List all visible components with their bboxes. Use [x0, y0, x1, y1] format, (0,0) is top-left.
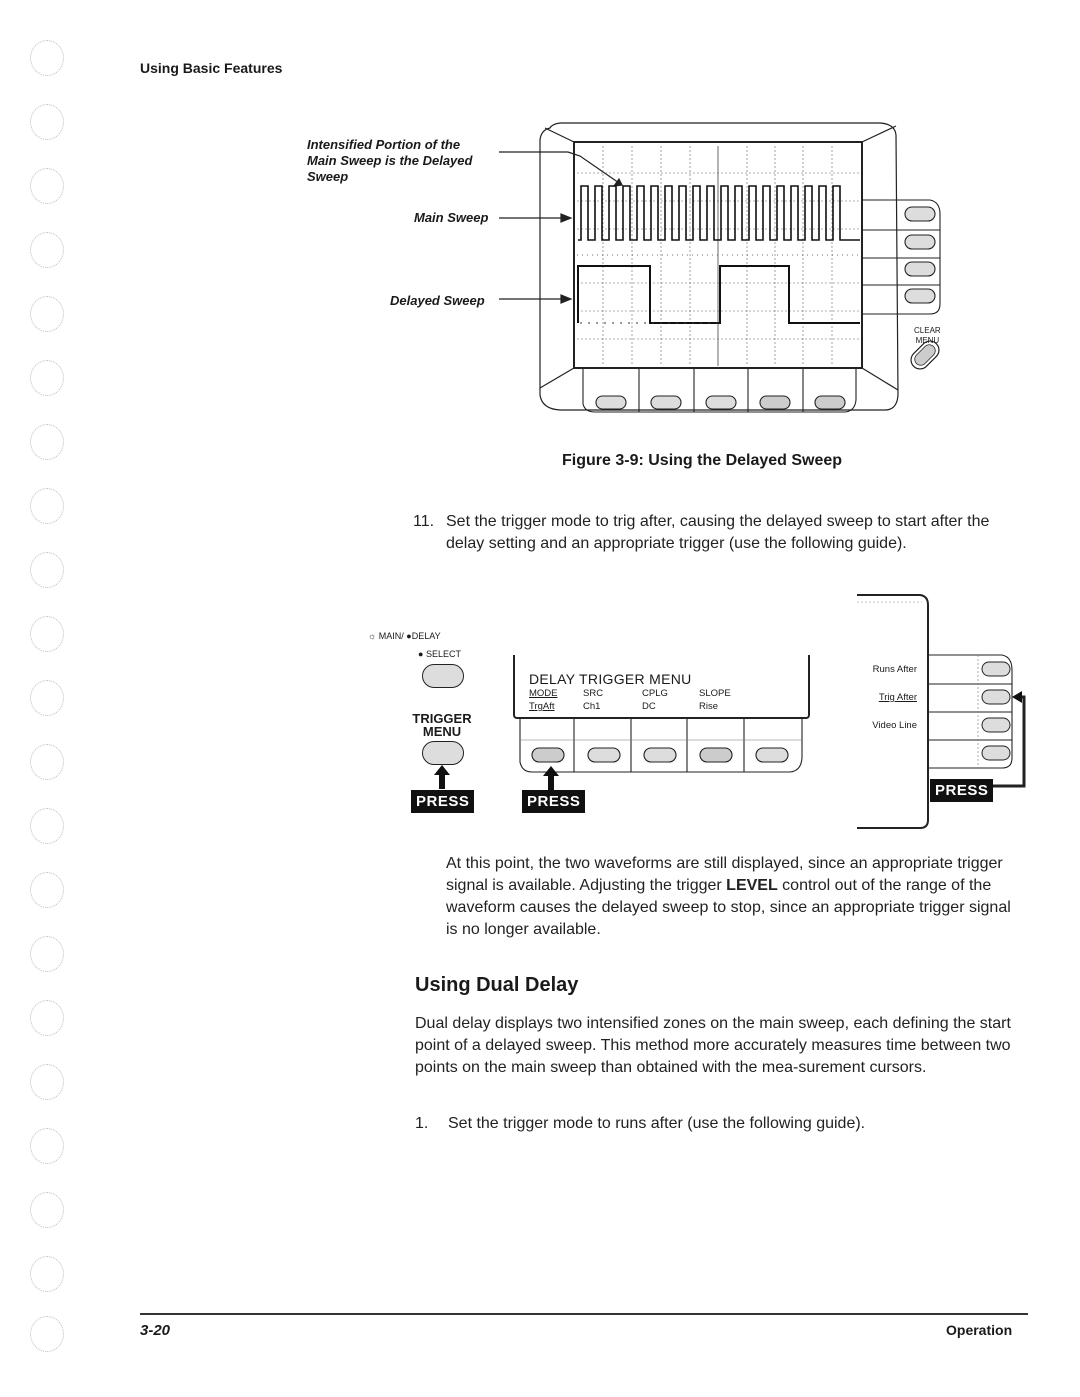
bezel-button-3	[705, 395, 737, 410]
menu-col-src-header: SRC	[583, 688, 604, 699]
binder-hole	[30, 40, 64, 76]
binder-hole	[30, 1316, 64, 1352]
callout-main-sweep: Main Sweep	[414, 210, 489, 225]
running-head: Using Basic Features	[140, 60, 283, 76]
press-label-mode: PRESS	[522, 790, 586, 813]
binder-hole	[30, 1192, 64, 1228]
select-button[interactable]	[422, 664, 464, 688]
side-menu-trig-after: Trig After	[878, 692, 917, 703]
bezel-button-4	[759, 395, 791, 410]
arrowhead	[560, 213, 573, 223]
menu-button-src	[587, 747, 621, 763]
up-arrow-icon	[543, 766, 559, 790]
menu-col-src-value: Ch1	[583, 701, 601, 712]
bezel-button-1	[595, 395, 627, 410]
side-button-2	[904, 234, 936, 250]
page-number: 3-20	[140, 1322, 171, 1339]
side-button-3	[904, 261, 936, 277]
menu-col-cplg-value: DC	[642, 701, 656, 712]
up-arrow-icon	[434, 765, 450, 789]
bottom-buttons	[582, 368, 857, 413]
step-1: 1. Set the trigger mode to runs after (u…	[415, 1115, 866, 1132]
bezel-button-5	[814, 395, 846, 410]
main-delay-label: ☼ MAIN/ ●DELAY	[368, 631, 441, 641]
step-11: 11. Set the trigger mode to trig after, …	[413, 513, 990, 552]
side-button-1	[904, 206, 936, 222]
menu-col-cplg-header: CPLG	[642, 688, 668, 699]
callout-intensified: Intensified Portion of the Main Sweep is…	[307, 137, 473, 184]
binder-hole	[30, 104, 64, 140]
binder-hole	[30, 232, 64, 268]
binder-hole	[30, 680, 64, 716]
binder-hole	[30, 360, 64, 396]
menu-col-mode-header: MODE	[529, 688, 558, 699]
menu-button-5	[755, 747, 789, 763]
paragraph-waveforms: At this point, the two waveforms are sti…	[446, 855, 1011, 938]
side-buttons	[862, 199, 941, 315]
menu-col-slope-header: SLOPE	[699, 688, 731, 699]
footer-section: Operation	[946, 1322, 1013, 1338]
menu-button-mode	[531, 747, 565, 763]
delayed-sweep-waveform	[577, 265, 860, 324]
section-body: Dual delay displays two intensified zone…	[415, 1015, 1011, 1076]
menu-col-mode-value: TrgAft	[529, 701, 555, 712]
menu-title: DELAY TRIGGER MENU	[529, 671, 692, 687]
menu-screen: DELAY TRIGGER MENU MODE TrgAft SRC Ch1 C…	[513, 655, 810, 719]
trigger-menu-label: TRIGGER MENU	[412, 711, 472, 739]
menu-bezel-buttons	[519, 718, 803, 773]
side-menu-button-video-line	[981, 717, 1011, 733]
press-label-side: PRESS	[930, 779, 994, 802]
binder-hole	[30, 424, 64, 460]
figure-caption: Figure 3-9: Using the Delayed Sweep	[562, 452, 843, 469]
side-menu-video-line: Video Line	[872, 720, 917, 731]
binder-hole	[30, 808, 64, 844]
select-dot-icon: ●	[418, 649, 424, 659]
intensity-sun-icon: ☼	[368, 631, 377, 641]
binder-hole	[30, 488, 64, 524]
callout-arrow	[567, 151, 623, 186]
arrowhead	[1012, 691, 1022, 703]
callout-delayed-sweep: Delayed Sweep	[390, 293, 485, 308]
menu-button-cplg	[643, 747, 677, 763]
clear-menu-label: CLEAR MENU	[914, 326, 941, 345]
main-sweep-waveform	[578, 185, 860, 241]
oscilloscope-figure	[499, 122, 941, 413]
select-label: ● SELECT	[418, 649, 461, 659]
binder-hole	[30, 872, 64, 908]
press-label-trigger: PRESS	[411, 790, 475, 813]
section-heading: Using Dual Delay	[415, 974, 579, 996]
binder-hole	[30, 936, 64, 972]
binder-hole	[30, 296, 64, 332]
binder-hole	[30, 552, 64, 588]
bezel-button-2	[650, 395, 682, 410]
trigger-menu-button[interactable]	[422, 741, 464, 765]
menu-col-slope-value: Rise	[699, 701, 719, 712]
binder-hole	[30, 1000, 64, 1036]
side-menu-button-runs-after	[981, 661, 1011, 677]
binder-hole	[30, 744, 64, 780]
footer-rule	[140, 1313, 1028, 1315]
menu-button-slope	[699, 747, 733, 763]
binder-hole	[30, 1128, 64, 1164]
side-menu-runs-after: Runs After	[872, 664, 917, 675]
binder-hole	[30, 616, 64, 652]
side-button-4	[904, 288, 936, 304]
side-menu-button-4	[981, 745, 1011, 761]
binder-hole	[30, 168, 64, 204]
arrowhead	[560, 294, 573, 304]
binder-hole	[30, 1256, 64, 1292]
binder-hole	[30, 1064, 64, 1100]
side-menu-button-trig-after	[981, 689, 1011, 705]
